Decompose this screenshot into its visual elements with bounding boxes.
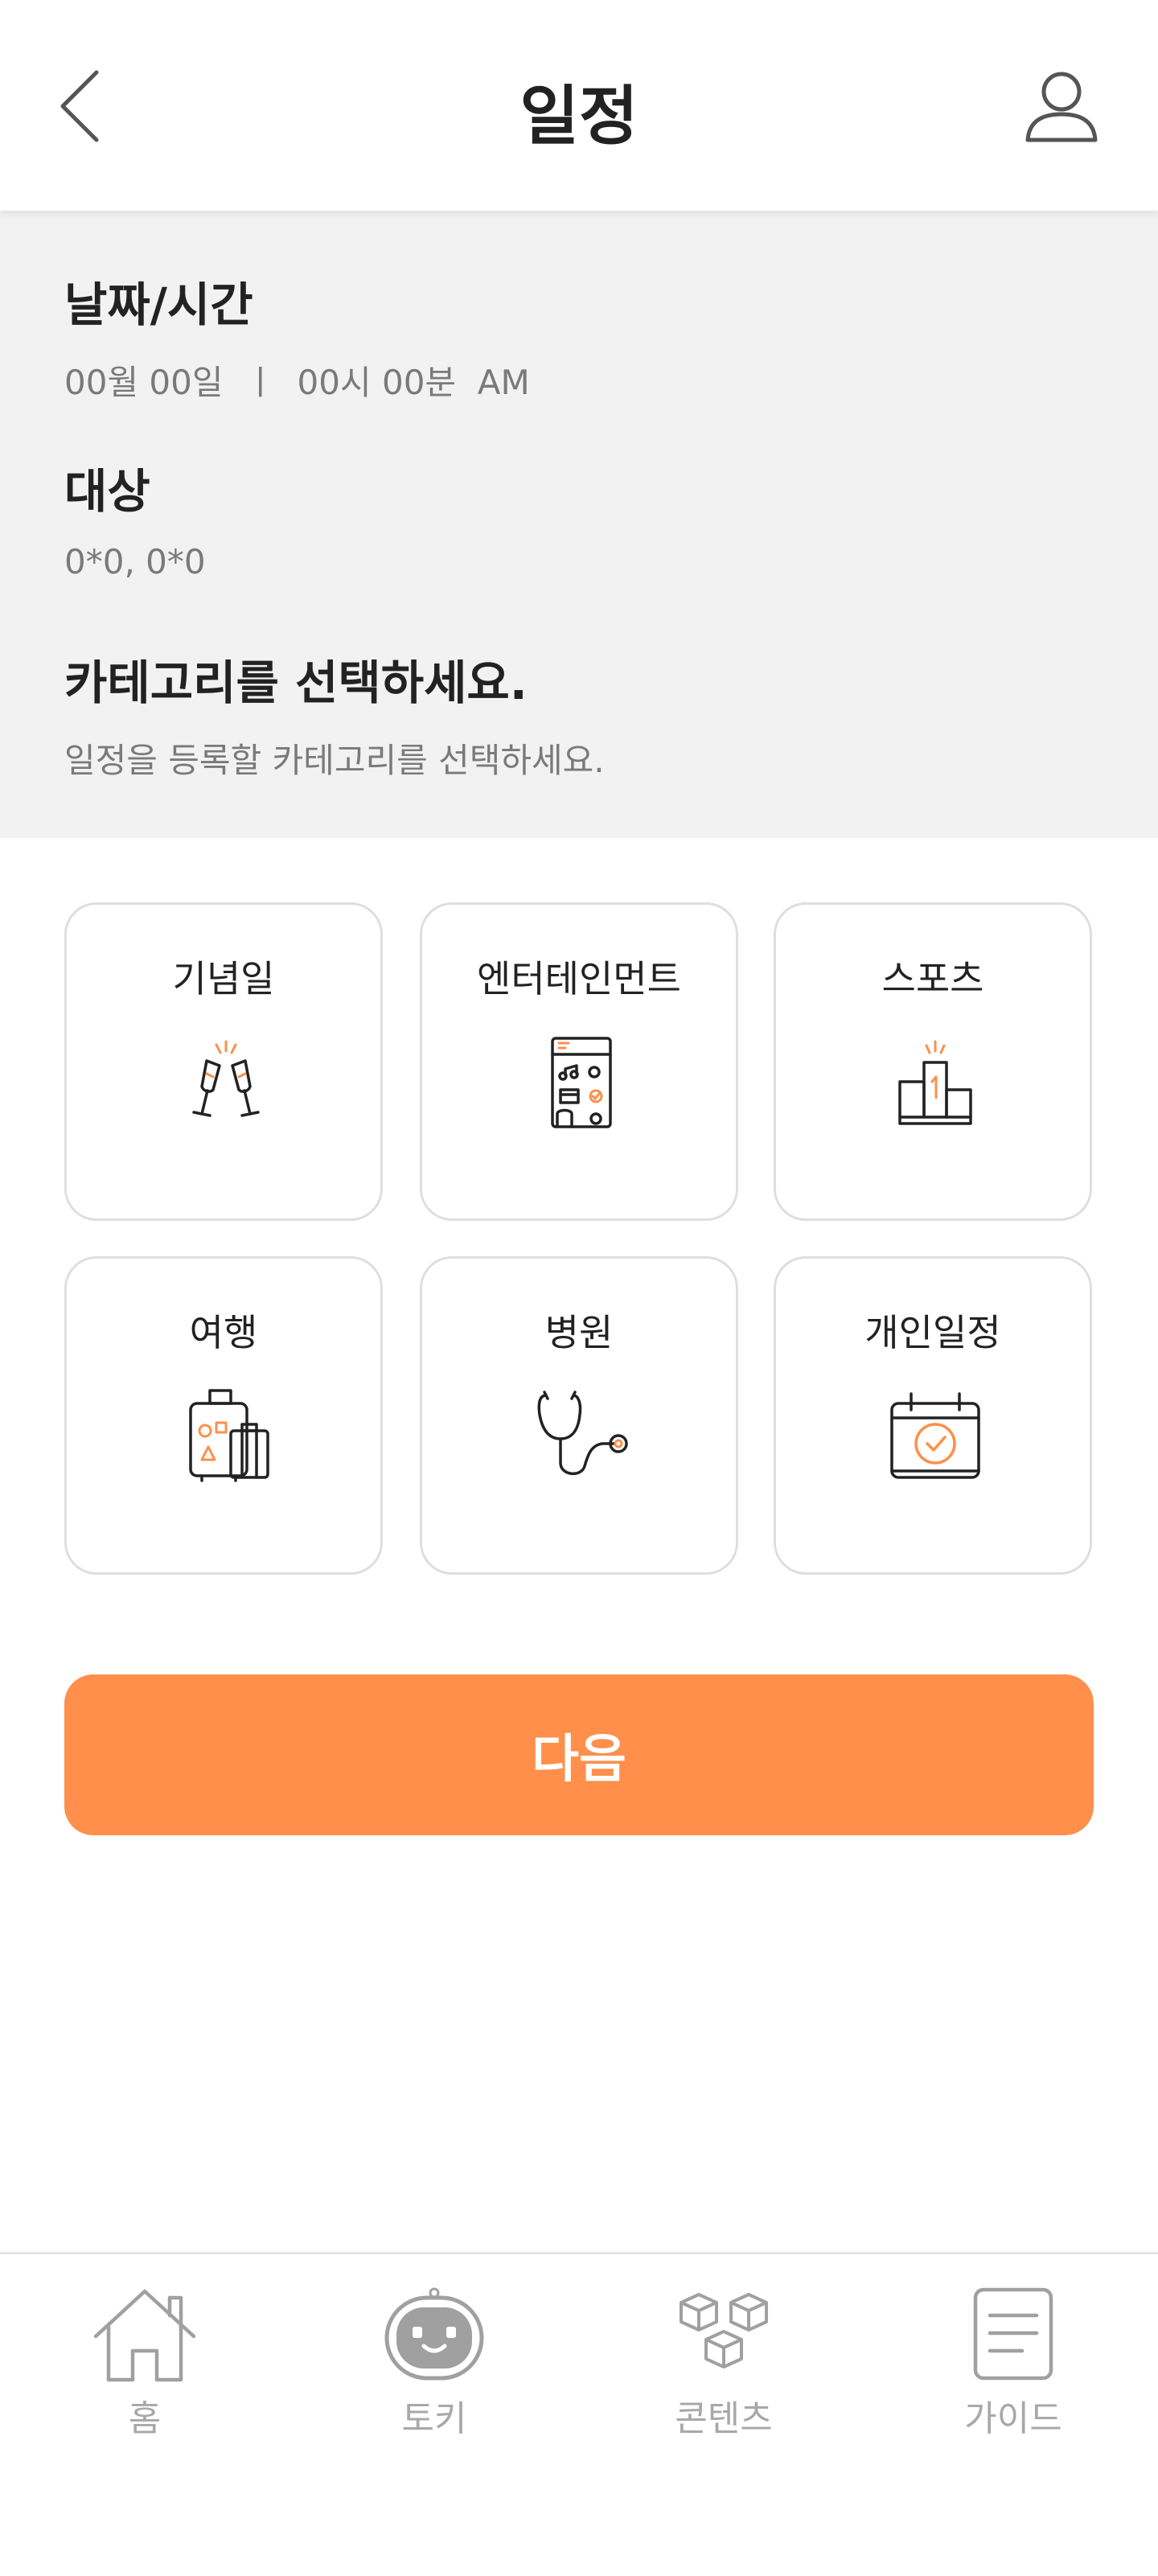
category-label: 병원 (544, 1311, 614, 1354)
next-button[interactable]: 다음 (64, 1674, 1094, 1835)
calendar-check-icon (890, 1392, 980, 1479)
nav-label: 가이드 (964, 2398, 1062, 2439)
category-card-travel[interactable]: 여행 (64, 1256, 383, 1575)
nav-item-guide[interactable]: 가이드 (917, 2286, 1110, 2447)
page-title: 일정 (519, 79, 639, 154)
nav-item-toki[interactable]: 토키 (338, 2286, 531, 2447)
app-header: 일정 (0, 0, 1158, 211)
category-label: 엔터테인먼트 (477, 957, 681, 1000)
bottom-navigation: 홈 토키 콘텐츠 가이드 (0, 2252, 1158, 2576)
category-card-entertainment[interactable]: 엔터테인먼트 (420, 902, 738, 1221)
category-card-anniversary[interactable]: 기념일 (64, 902, 383, 1221)
podium-icon (898, 1040, 972, 1125)
schedule-info-panel: 날짜/시간 00월 00일 ㅣ 00시 00분 AM 대상 0*0, 0*0 카… (0, 211, 1158, 838)
robot-icon (384, 2287, 484, 2381)
target-label: 대상 (64, 464, 150, 519)
category-label: 카테고리를 선택하세요. (64, 655, 528, 710)
stethoscope-icon (537, 1391, 628, 1475)
nav-label: 토키 (401, 2398, 467, 2439)
nav-label: 홈 (128, 2398, 162, 2439)
home-icon (93, 2289, 196, 2382)
category-label: 스포츠 (881, 957, 984, 1000)
category-label: 개인일정 (864, 1311, 1001, 1354)
luggage-icon (189, 1389, 269, 1482)
datetime-value: 00월 00일 ㅣ 00시 00분 AM (64, 363, 530, 402)
nav-item-contents[interactable]: 콘텐츠 (627, 2286, 820, 2447)
nav-item-home[interactable]: 홈 (48, 2286, 241, 2447)
category-label: 기념일 (172, 957, 275, 1000)
category-card-personal[interactable]: 개인일정 (774, 1256, 1092, 1575)
entertainment-icon (551, 1037, 612, 1128)
nav-label: 콘텐츠 (675, 2398, 773, 2439)
category-label: 여행 (189, 1311, 258, 1354)
category-hint: 일정을 등록할 카테고리를 선택하세요. (64, 741, 605, 780)
document-icon (973, 2287, 1053, 2381)
cubes-icon (680, 2293, 768, 2369)
profile-button[interactable] (1021, 66, 1102, 146)
champagne-toast-icon (192, 1040, 260, 1117)
target-value: 0*0, 0*0 (64, 542, 206, 581)
category-card-hospital[interactable]: 병원 (420, 1256, 738, 1575)
datetime-label: 날짜/시간 (64, 277, 253, 332)
category-card-sports[interactable]: 스포츠 (774, 902, 1092, 1221)
user-icon (1025, 72, 1098, 142)
